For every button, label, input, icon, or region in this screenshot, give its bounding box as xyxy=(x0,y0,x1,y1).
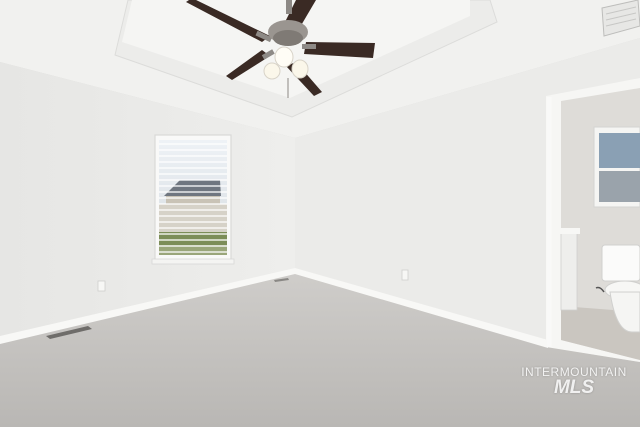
outlet-right xyxy=(401,269,409,281)
window xyxy=(151,134,235,265)
fan-light-globe xyxy=(274,46,294,68)
outlet-left xyxy=(97,280,106,292)
watermark: INTERMOUNTAIN MLS xyxy=(512,365,636,399)
watermark-line-2: MLS xyxy=(553,377,595,398)
bathroom-doorway xyxy=(546,78,640,362)
room-illustration xyxy=(0,0,640,427)
room-photo: INTERMOUNTAIN MLS xyxy=(0,0,640,427)
